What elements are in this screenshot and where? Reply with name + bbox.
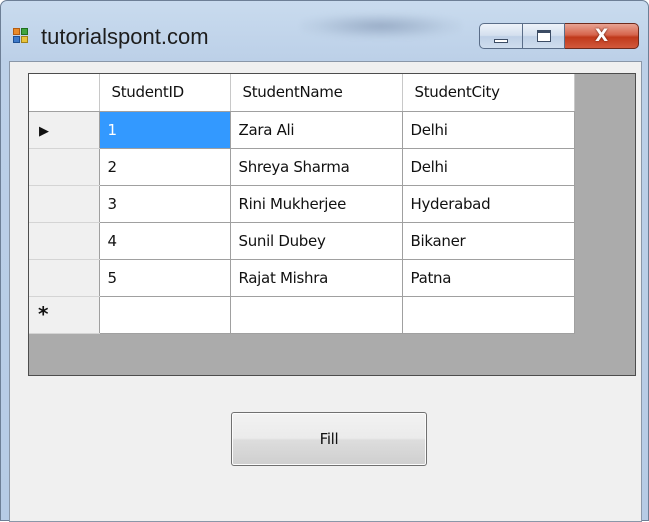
- cell-studentcity[interactable]: Bikaner: [402, 222, 575, 260]
- row-header[interactable]: [29, 148, 100, 186]
- maximize-button[interactable]: [523, 23, 565, 49]
- row-header[interactable]: [29, 185, 100, 223]
- grid-corner-header[interactable]: [29, 74, 100, 112]
- student-data-grid[interactable]: StudentID StudentName StudentCity ▶ 1 Za…: [28, 73, 636, 376]
- new-row[interactable]: *: [29, 296, 575, 334]
- cell-studentname[interactable]: Zara Ali: [230, 111, 403, 149]
- window-title: tutorialspont.com: [41, 24, 209, 49]
- cell-studentid[interactable]: 1: [99, 111, 231, 149]
- row-header[interactable]: [29, 259, 100, 297]
- table-row[interactable]: 5 Rajat Mishra Patna: [29, 259, 575, 297]
- cell-studentname[interactable]: Rajat Mishra: [230, 259, 403, 297]
- new-row-star-icon: *: [38, 302, 49, 326]
- maximize-icon: [536, 30, 551, 42]
- cell-studentname[interactable]: Sunil Dubey: [230, 222, 403, 260]
- minimize-icon: [494, 39, 508, 43]
- cell-studentcity[interactable]: Delhi: [402, 148, 575, 186]
- caption-buttons: X: [479, 23, 639, 49]
- row-header[interactable]: ▶: [29, 111, 100, 149]
- student-table: StudentID StudentName StudentCity ▶ 1 Za…: [29, 74, 575, 334]
- cell-studentcity[interactable]: Patna: [402, 259, 575, 297]
- app-icon[interactable]: [13, 28, 30, 45]
- row-header[interactable]: [29, 222, 100, 260]
- close-icon: X: [594, 26, 609, 46]
- column-header-studentcity[interactable]: StudentCity: [402, 74, 575, 112]
- cell-studentid[interactable]: 4: [99, 222, 231, 260]
- cell-studentid[interactable]: 2: [99, 148, 231, 186]
- cell-studentid[interactable]: 3: [99, 185, 231, 223]
- column-header-studentname[interactable]: StudentName: [230, 74, 403, 112]
- cell-studentname[interactable]: Shreya Sharma: [230, 148, 403, 186]
- minimize-button[interactable]: [479, 23, 523, 49]
- close-button[interactable]: X: [565, 23, 639, 49]
- cell-studentcity[interactable]: Hyderabad: [402, 185, 575, 223]
- fill-button[interactable]: Fill: [231, 412, 427, 466]
- header-row: StudentID StudentName StudentCity: [29, 74, 575, 112]
- table-row[interactable]: 2 Shreya Sharma Delhi: [29, 148, 575, 186]
- current-row-arrow-icon: ▶: [39, 123, 49, 139]
- title-bar-blur: [301, 13, 461, 39]
- title-bar[interactable]: tutorialspont.com X: [1, 1, 648, 61]
- table-row[interactable]: ▶ 1 Zara Ali Delhi: [29, 111, 575, 149]
- cell-studentcity[interactable]: Delhi: [402, 111, 575, 149]
- cell-studentid[interactable]: 5: [99, 259, 231, 297]
- table-row[interactable]: 4 Sunil Dubey Bikaner: [29, 222, 575, 260]
- cell-studentid-new[interactable]: [99, 296, 231, 334]
- cell-studentcity-new[interactable]: [402, 296, 575, 334]
- cell-studentname-new[interactable]: [230, 296, 403, 334]
- row-header[interactable]: *: [29, 296, 100, 334]
- column-header-studentid[interactable]: StudentID: [99, 74, 231, 112]
- table-row[interactable]: 3 Rini Mukherjee Hyderabad: [29, 185, 575, 223]
- cell-studentname[interactable]: Rini Mukherjee: [230, 185, 403, 223]
